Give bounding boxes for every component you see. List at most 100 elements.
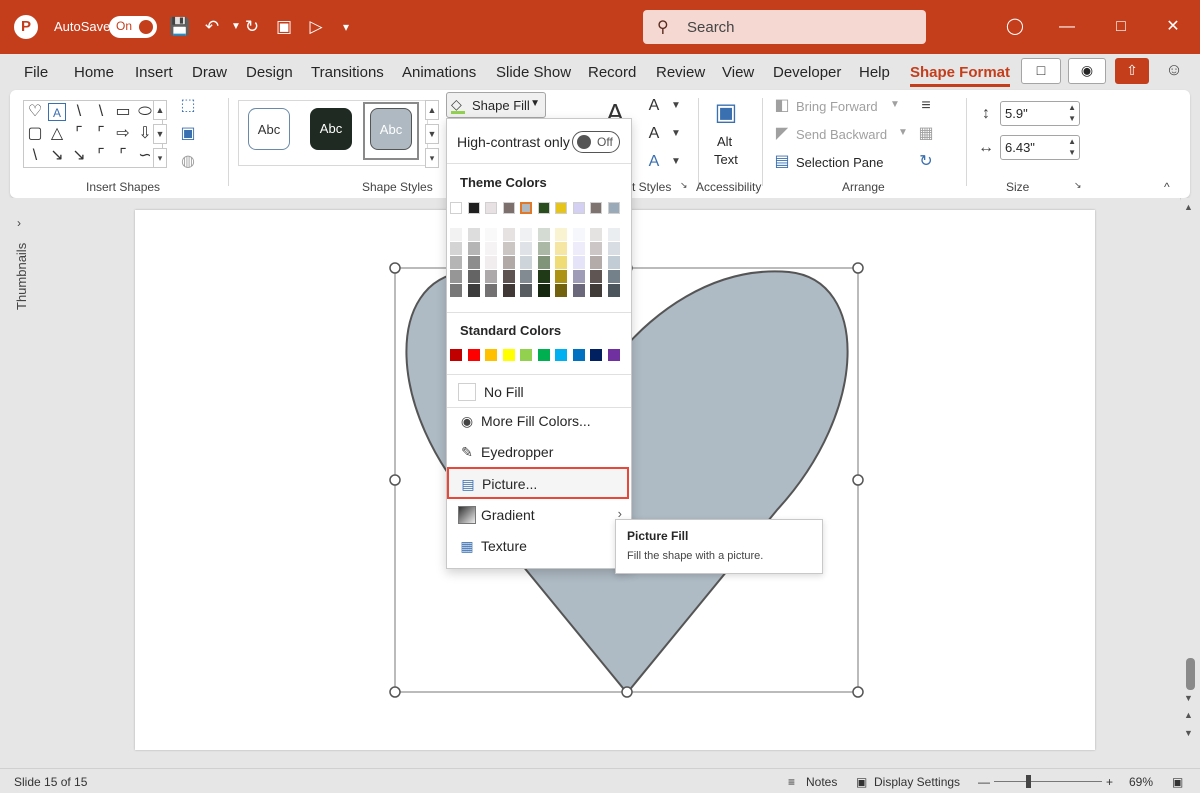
tab-view[interactable]: View	[722, 64, 754, 81]
next-slide-icon[interactable]: ▼	[1184, 728, 1193, 738]
theme-color-swatch[interactable]	[467, 202, 480, 214]
alt-text-label-line2[interactable]: Text	[714, 152, 738, 167]
group-icon[interactable]: ▦	[916, 124, 936, 144]
close-button[interactable]: ✕	[1158, 14, 1188, 40]
zoom-in-icon[interactable]: +	[1106, 775, 1113, 789]
width-spinner-icon[interactable]: ▲ ▼	[1068, 136, 1076, 158]
share-button[interactable]: ⇧	[1115, 58, 1149, 84]
theme-shade-swatch[interactable]	[485, 256, 497, 269]
tab-home[interactable]: Home	[74, 64, 114, 81]
tab-record[interactable]: Record	[588, 64, 636, 81]
theme-shade-swatch[interactable]	[607, 284, 620, 297]
theme-color-swatch[interactable]	[485, 202, 497, 214]
oval-shape-icon[interactable]: ⬭	[136, 103, 154, 121]
save-icon[interactable]: 💾	[168, 15, 192, 39]
style-sample-gray[interactable]: Abc	[370, 108, 412, 150]
gallery-down-arrow[interactable]: ▼	[153, 124, 167, 144]
height-field[interactable]: 5.9" ▲ ▼	[1000, 101, 1080, 126]
chevron-down-icon[interactable]: ▼	[666, 124, 686, 144]
heart-shape-icon[interactable]: ♡	[26, 103, 44, 121]
align-icon[interactable]: ≡	[916, 96, 936, 116]
theme-shade-swatch[interactable]	[450, 284, 462, 297]
theme-shade-swatch[interactable]	[467, 242, 480, 255]
theme-shade-swatch[interactable]	[450, 242, 462, 255]
theme-shade-swatch[interactable]	[555, 284, 567, 297]
theme-shade-swatch[interactable]	[450, 270, 462, 283]
theme-color-swatch[interactable]	[607, 202, 620, 214]
theme-shade-swatch[interactable]	[467, 270, 480, 283]
styles-more-arrow[interactable]: ▾	[425, 148, 439, 168]
gradient-item[interactable]: Gradient ›	[446, 500, 632, 530]
selection-pane-label[interactable]: Selection Pane	[796, 155, 883, 170]
line-shape-icon[interactable]: \	[92, 103, 110, 121]
theme-shade-swatch[interactable]	[502, 242, 515, 255]
no-fill-item[interactable]: No Fill	[446, 377, 632, 407]
standard-color-swatch[interactable]	[555, 349, 567, 361]
rotate-icon[interactable]: ↻	[916, 152, 936, 172]
fit-to-window-icon[interactable]: ▣	[1172, 775, 1183, 789]
theme-shade-swatch[interactable]	[520, 284, 532, 297]
minimize-button[interactable]: —	[1052, 14, 1082, 40]
width-field[interactable]: 6.43" ▲ ▼	[1000, 135, 1080, 160]
rectangle-shape-icon[interactable]: ▭	[114, 103, 132, 121]
undo-icon[interactable]: ↶	[200, 15, 224, 39]
standard-color-swatch[interactable]	[537, 349, 550, 361]
shapes-gallery[interactable]: ♡ A \ \ ▭ ⬭ ▢ △ ⌜ ⌜ ⇨ ⇩ \ ↘ ↘ ⌜ ⌜ ∽	[23, 100, 163, 168]
record-button[interactable]: ◉	[1068, 58, 1106, 84]
theme-shade-swatch[interactable]	[537, 270, 550, 283]
more-fill-colors-item[interactable]: ◉ More Fill Colors...	[446, 406, 632, 436]
chevron-down-icon[interactable]: ▼	[890, 99, 900, 110]
text-fill-icon[interactable]: A	[644, 96, 664, 116]
collapse-ribbon-icon[interactable]: ^	[1164, 180, 1170, 194]
chevron-down-icon[interactable]: ▼	[666, 152, 686, 172]
shape-fill-button[interactable]: ◇ Shape Fill ▼	[446, 92, 546, 118]
styles-down-arrow[interactable]: ▼	[425, 124, 439, 144]
zoom-slider-track[interactable]	[994, 781, 1102, 782]
down-arrow-shape-icon[interactable]: ⇩	[136, 125, 154, 143]
zoom-out-icon[interactable]: —	[978, 775, 990, 789]
scroll-down-icon[interactable]: ▼	[1184, 693, 1193, 703]
send-backward-label[interactable]: Send Backward	[796, 127, 887, 142]
theme-shade-swatch[interactable]	[607, 270, 620, 283]
arrow-shape-icon[interactable]: ↘	[48, 147, 66, 165]
theme-color-swatch[interactable]	[590, 202, 602, 214]
line-shape-icon[interactable]: \	[26, 147, 44, 165]
selection-pane-icon[interactable]: ▤	[772, 152, 792, 172]
gallery-more-arrow[interactable]: ▾	[153, 148, 167, 168]
text-effects-icon[interactable]: A	[644, 152, 664, 172]
display-settings-icon[interactable]: ▣	[856, 775, 867, 789]
theme-shade-swatch[interactable]	[485, 284, 497, 297]
theme-shade-swatch[interactable]	[450, 228, 462, 241]
text-box-shape-icon[interactable]: A	[48, 103, 66, 121]
theme-color-swatch[interactable]	[520, 202, 532, 214]
theme-shade-swatch[interactable]	[572, 284, 585, 297]
chevron-down-icon[interactable]: ▼	[666, 96, 686, 116]
chevron-down-icon[interactable]: ▼	[898, 127, 908, 138]
theme-shade-swatch[interactable]	[537, 256, 550, 269]
theme-shade-swatch[interactable]	[520, 228, 532, 241]
theme-shade-swatch[interactable]	[572, 256, 585, 269]
present-icon[interactable]: ▣	[272, 15, 296, 39]
edit-shape-icon[interactable]: ⬚	[178, 96, 198, 116]
triangle-shape-icon[interactable]: △	[48, 125, 66, 143]
text-outline-icon[interactable]: A	[644, 124, 664, 144]
display-settings-button[interactable]: Display Settings	[874, 775, 960, 789]
theme-shade-swatch[interactable]	[502, 228, 515, 241]
zoom-level[interactable]: 69%	[1129, 775, 1153, 789]
theme-color-swatch[interactable]	[502, 202, 515, 214]
vertical-scrollbar[interactable]: ▲ ▼ ▲ ▼	[1181, 198, 1200, 768]
tab-review[interactable]: Review	[656, 64, 705, 81]
theme-shade-swatch[interactable]	[485, 242, 497, 255]
gallery-up-arrow[interactable]: ▲	[153, 100, 167, 120]
alt-text-icon[interactable]: ▣	[710, 98, 742, 128]
standard-color-swatch[interactable]	[572, 349, 585, 361]
eyedropper-item[interactable]: ✎ Eyedropper	[446, 437, 632, 467]
theme-shade-swatch[interactable]	[590, 256, 602, 269]
tab-design[interactable]: Design	[246, 64, 293, 81]
standard-color-swatch[interactable]	[590, 349, 602, 361]
standard-color-swatch[interactable]	[607, 349, 620, 361]
lightbulb-icon[interactable]: ◯	[1000, 14, 1030, 40]
search-box[interactable]: ⚲ Search	[643, 10, 926, 44]
theme-shade-swatch[interactable]	[572, 228, 585, 241]
theme-shade-swatch[interactable]	[590, 228, 602, 241]
